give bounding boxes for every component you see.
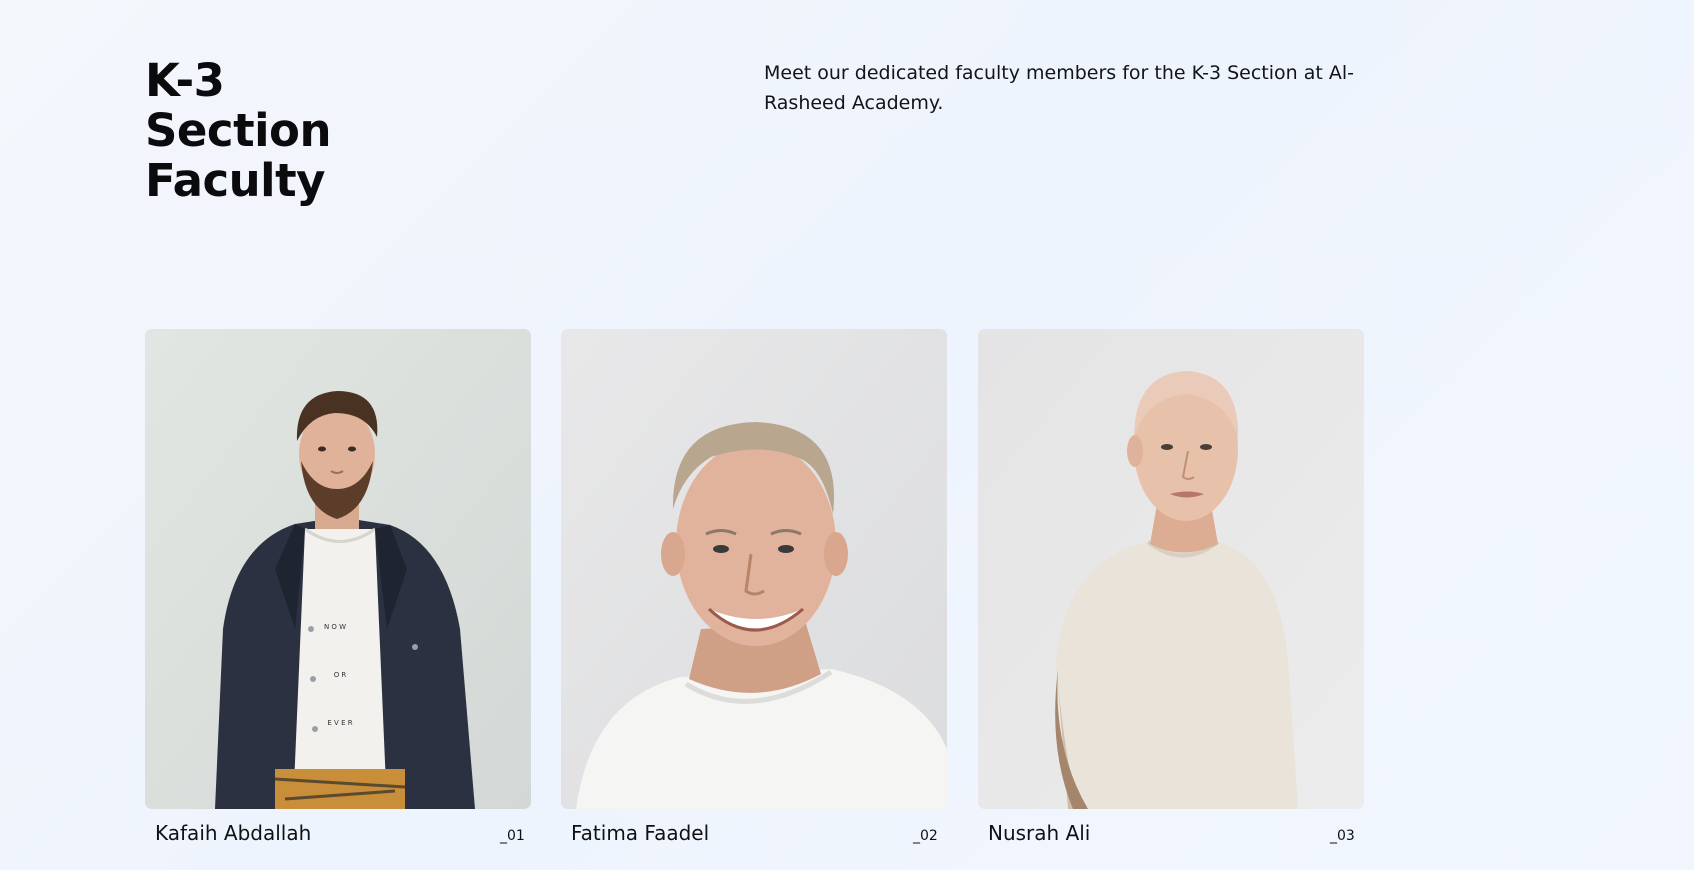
faculty-name-2[interactable]: Fatima Faadel xyxy=(571,821,709,845)
svg-text:N O W: N O W xyxy=(324,623,346,631)
faculty-card-2[interactable]: Fatima Faadel xyxy=(561,329,947,859)
section-intro: Meet our dedicated faculty members for t… xyxy=(764,62,1354,114)
faculty-index-3: _03 xyxy=(1330,828,1355,844)
faculty-index-1: _01 xyxy=(500,828,525,844)
svg-text:E V E R: E V E R xyxy=(327,719,352,727)
section-title-line-1: K-3 xyxy=(145,54,225,107)
section-title: K-3 Section Faculty xyxy=(145,54,332,207)
faculty-index-2: _02 xyxy=(913,828,938,844)
faculty-name-3[interactable]: Nusrah Ali xyxy=(988,821,1090,845)
faculty-card-1[interactable]: N O W O R E V E R Kafaih Abdallah xyxy=(145,329,531,859)
portrait-man-denim-jacket-icon[interactable]: N O W O R E V E R xyxy=(145,329,531,809)
portrait-smiling-man-white-tee-icon[interactable] xyxy=(561,329,947,809)
faculty-page: K-3 Section Faculty Meet our dedicated f… xyxy=(0,0,1694,870)
svg-text:O R: O R xyxy=(334,671,347,679)
faculty-name-1[interactable]: Kafaih Abdallah xyxy=(155,821,311,845)
faculty-card-3[interactable]: Nusrah Ali xyxy=(978,329,1364,859)
portrait-woman-beige-tee-icon[interactable] xyxy=(978,329,1364,809)
section-title-line-2: Section xyxy=(145,104,332,157)
section-title-line-3: Faculty xyxy=(145,154,325,207)
